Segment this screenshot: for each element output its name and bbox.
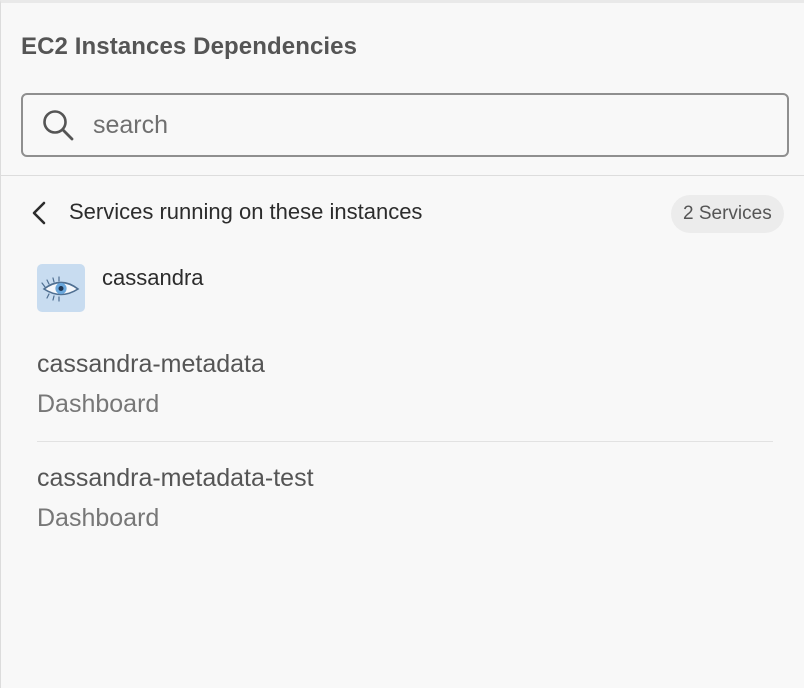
cassandra-eye-logo [41, 276, 80, 302]
dashboard-title: cassandra-metadata-test [37, 464, 314, 492]
dashboard-type: Dashboard [37, 390, 160, 418]
search-box[interactable] [21, 93, 789, 157]
search-icon [43, 110, 74, 141]
search-input[interactable] [93, 105, 733, 145]
dashboard-item[interactable]: cassandra-metadata-test Dashboard [37, 461, 314, 535]
dashboard-item[interactable]: cassandra-metadata Dashboard [37, 347, 265, 421]
panel-title: EC2 Instances Dependencies [21, 33, 358, 60]
dependencies-panel: EC2 Instances Dependencies Services runn… [0, 0, 804, 688]
service-item-cassandra[interactable]: cassandra [37, 264, 204, 312]
section-title: Services running on these instances [69, 199, 423, 224]
list-divider [37, 441, 773, 442]
cassandra-logo [37, 264, 85, 312]
back-button[interactable] [25, 199, 53, 227]
chevron-left-icon [32, 201, 46, 225]
dashboard-type: Dashboard [37, 504, 160, 532]
service-name: cassandra [102, 265, 204, 290]
header-divider [1, 175, 804, 176]
dashboard-title: cassandra-metadata [37, 350, 265, 378]
services-count-badge: 2 Services [671, 195, 784, 233]
